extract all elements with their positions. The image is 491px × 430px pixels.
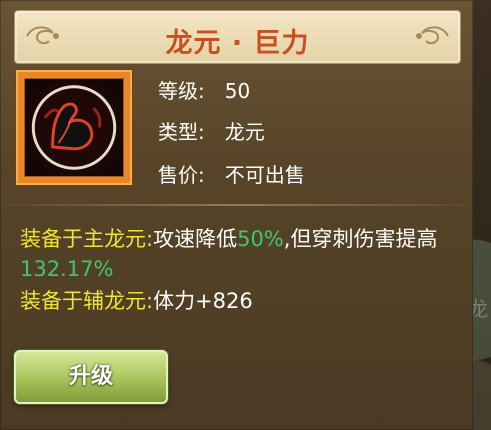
level-label: 等级:	[158, 79, 205, 103]
section-divider	[10, 204, 465, 206]
item-icon-frame	[16, 70, 132, 185]
price-label: 售价:	[158, 163, 205, 187]
flexed-arm-icon	[31, 85, 117, 170]
aux-equip-text: 体力+826	[153, 289, 253, 313]
aux-equip-label: 装备于辅龙元:	[20, 289, 154, 313]
price-row: 售价: 不可出售	[158, 159, 305, 188]
main-equip-text-1: 攻速降低	[153, 227, 238, 251]
title-flourish-right-icon	[416, 26, 449, 45]
type-row: 类型: 龙元	[158, 116, 265, 145]
main-equip-value-2: 132.17%	[20, 257, 114, 281]
upgrade-button[interactable]: 升级	[14, 350, 168, 404]
item-title: 龙元 · 巨力	[165, 28, 310, 59]
title-bar: 龙元 · 巨力	[14, 10, 461, 64]
level-value: 50	[224, 79, 251, 103]
main-equip-label: 装备于主龙元:	[20, 227, 154, 251]
type-value: 龙元	[224, 120, 265, 144]
item-icon-background	[24, 78, 124, 177]
price-value: 不可出售	[224, 163, 305, 187]
level-row: 等级: 50	[158, 75, 250, 104]
main-equip-text-2: ,但穿刺伤害提高	[283, 227, 438, 251]
aux-equip-effect: 装备于辅龙元:体力+826	[20, 286, 253, 316]
type-label: 类型:	[158, 120, 205, 144]
main-equip-effect: 装备于主龙元:攻速降低50%,但穿刺伤害提高 132.17%	[20, 224, 465, 284]
item-tooltip-panel: 龙元 · 巨力 等级: 50 类型: 龙元 售价: 不可出售 装备于主龙元:攻速降低5…	[0, 0, 473, 430]
main-equip-value-1: 50%	[237, 227, 284, 251]
